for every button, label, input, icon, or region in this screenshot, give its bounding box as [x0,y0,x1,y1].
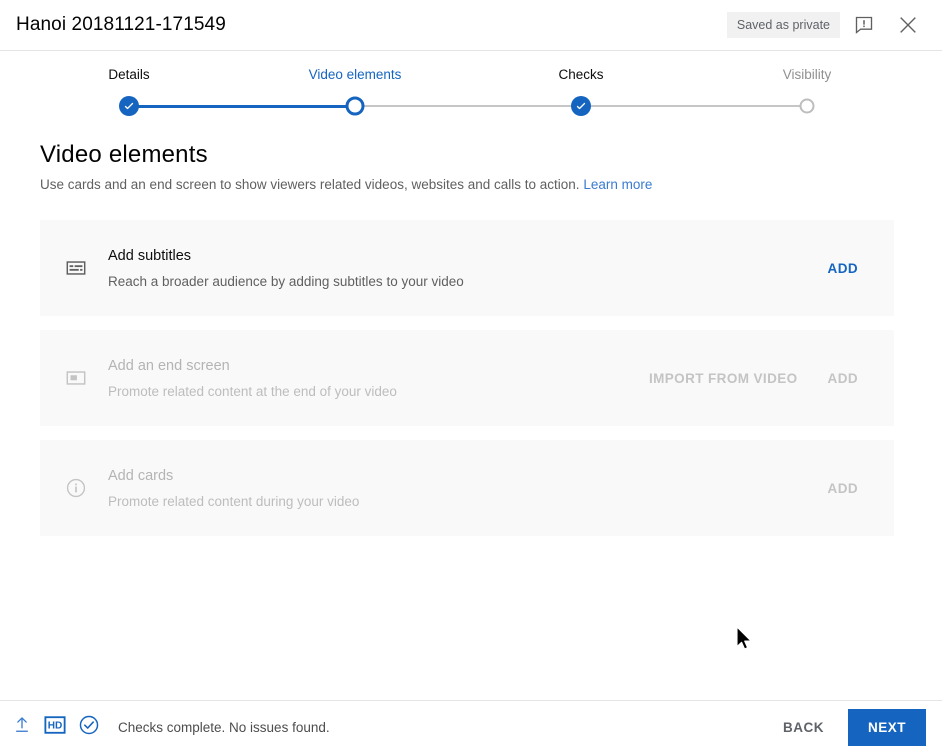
close-icon[interactable] [888,5,928,45]
upload-stepper: Details Video elements Checks Visibility [0,51,942,117]
svg-text:HD: HD [48,720,63,731]
card-add-end-screen: Add an end screen Promote related conten… [40,330,894,426]
header-actions: Saved as private [726,5,942,45]
card-actions: ADD [828,481,894,496]
card-title: Add an end screen [108,357,230,374]
step-label-video-elements[interactable]: Video elements [309,67,402,82]
card-description: Reach a broader audience by adding subti… [108,273,464,289]
card-text: Add an end screen Promote related conten… [108,358,649,399]
stepper-segment-2 [355,105,581,107]
section-subtitle-text: Use cards and an end screen to show view… [40,177,580,192]
footer-buttons: BACK NEXT [769,708,942,746]
video-elements-list: Add subtitles Reach a broader audience b… [40,220,894,550]
next-button[interactable]: NEXT [847,708,926,746]
step-node-visibility[interactable] [799,98,815,114]
step-node-video-elements[interactable] [345,96,365,116]
main-content: Video elements Use cards and an end scre… [0,115,942,700]
card-text: Add cards Promote related content during… [108,468,828,509]
card-description: Promote related content at the end of yo… [108,383,397,399]
check-circle-icon [78,714,100,741]
step-node-details[interactable] [119,96,139,116]
status-badge: Saved as private [726,12,840,38]
end-screen-icon [64,366,88,390]
card-description: Promote related content during your vide… [108,493,360,509]
step-label-checks[interactable]: Checks [558,67,603,82]
card-text: Add subtitles Reach a broader audience b… [108,248,828,289]
dialog-header: Hanoi 20181121-171549 Saved as private [0,0,942,51]
card-title: Add cards [108,467,174,484]
stepper-track [0,95,942,117]
stepper-labels: Details Video elements Checks Visibility [0,67,942,87]
upload-status-icons: HD [12,714,100,741]
page-title: Hanoi 20181121-171549 [16,14,226,35]
upload-dialog: Hanoi 20181121-171549 Saved as private D… [0,0,942,753]
add-subtitles-button[interactable]: ADD [828,261,858,276]
step-label-visibility[interactable]: Visibility [783,67,832,82]
add-end-screen-button: ADD [827,370,858,386]
import-from-video-button: IMPORT FROM VIDEO [648,370,798,386]
back-button[interactable]: BACK [769,710,838,745]
subtitles-icon [64,256,88,280]
upload-icon [12,715,32,740]
card-add-cards: Add cards Promote related content during… [40,440,894,536]
feedback-alert-icon[interactable] [844,5,884,45]
step-label-details[interactable]: Details [108,67,149,82]
dialog-footer: HD Checks complete. No issues found. BAC… [0,700,942,753]
card-add-subtitles[interactable]: Add subtitles Reach a broader audience b… [40,220,894,316]
card-actions: ADD [828,261,894,276]
hd-badge-icon: HD [44,715,66,740]
card-title: Add subtitles [108,247,192,264]
info-circle-icon [64,476,88,500]
card-actions: IMPORT FROM VIDEO ADD [649,371,894,386]
step-node-checks[interactable] [571,96,591,116]
section-subtitle: Use cards and an end screen to show view… [40,177,652,192]
stepper-segment-3 [581,105,807,107]
section-title: Video elements [40,141,208,168]
add-cards-button: ADD [827,480,858,496]
checks-status-text: Checks complete. No issues found. [118,719,330,735]
learn-more-link[interactable]: Learn more [583,177,652,192]
stepper-segment-1 [129,104,355,108]
